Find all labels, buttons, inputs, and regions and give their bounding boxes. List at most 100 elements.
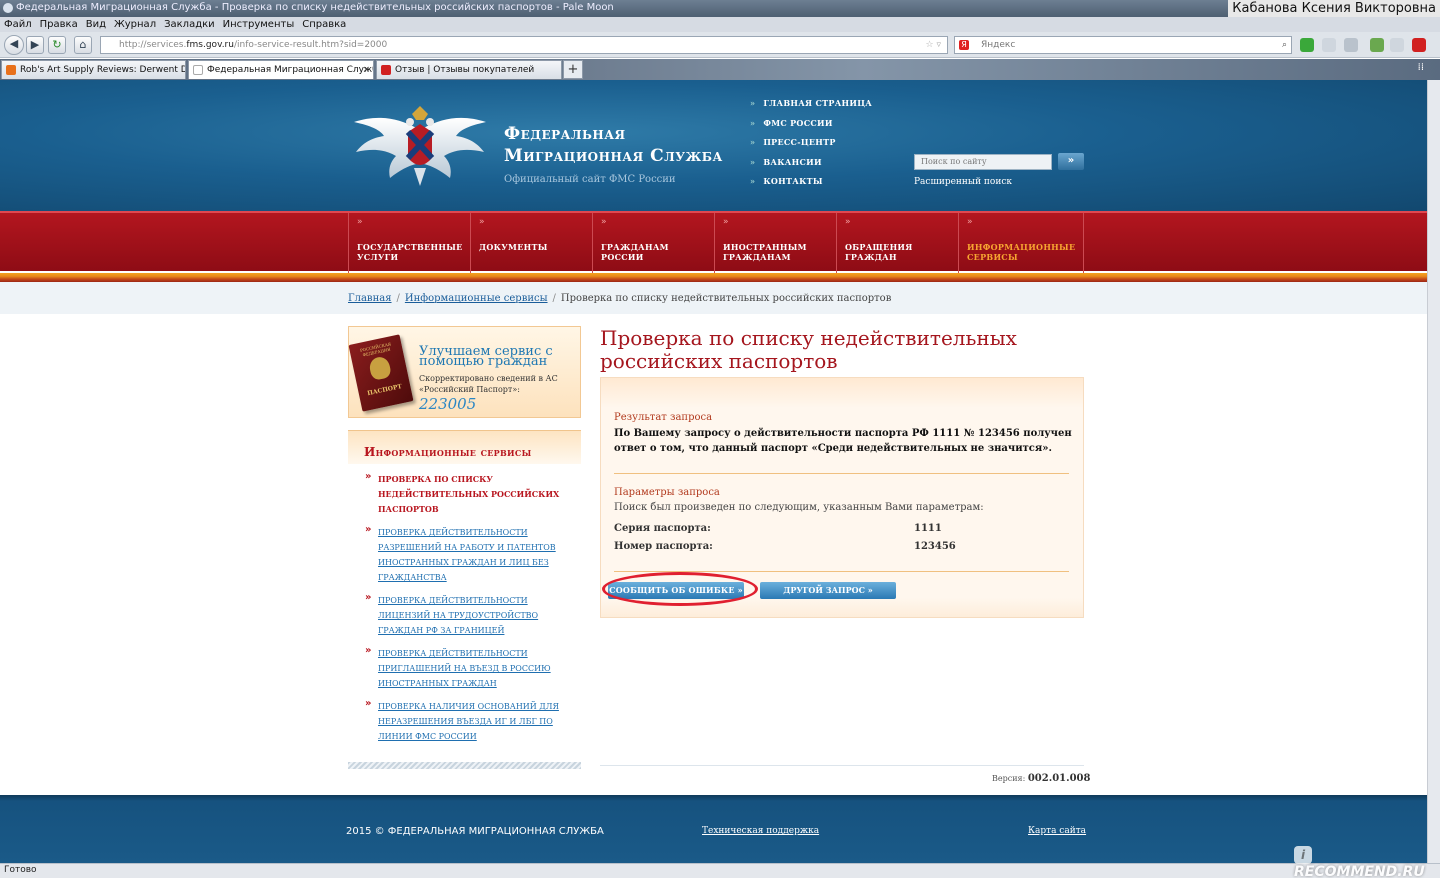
top-nav: » ГЛАВНАЯ СТРАНИЦА » ФМС РОССИИ » ПРЕСС-ЦЕН… xyxy=(750,98,872,196)
search-magnifier-icon[interactable]: ⌕ xyxy=(1282,37,1287,53)
advanced-search-link[interactable]: Расширенный поиск xyxy=(914,177,1012,187)
close-tab-icon[interactable]: × xyxy=(362,61,370,79)
promo-banner[interactable]: РОССИЙСКАЯ ФЕДЕРАЦИЯ ПАСПОРТ Улучшаем се… xyxy=(348,326,581,418)
left-divider xyxy=(348,762,581,769)
tab-fms[interactable]: Федеральная Миграционная Служба -... × xyxy=(188,60,374,79)
tab-label: Отзыв | Отзывы покупателей xyxy=(395,65,535,75)
recommend-watermark: iRECOMMEND.RU xyxy=(1294,846,1440,878)
service-link[interactable]: ПРОВЕРКА ДЕЙСТВИТЕЛЬНОСТИ ПРИГЛАШЕНИЙ НА… xyxy=(378,649,551,688)
page-scrollbar[interactable] xyxy=(1427,80,1440,863)
new-tab-button[interactable]: + xyxy=(563,60,583,79)
topnav-label: ПРЕСС-ЦЕНТР xyxy=(763,137,836,147)
nav-russian-citizens[interactable]: » ГРАЖДАНАМ РОССИИ xyxy=(592,213,714,273)
service-link[interactable]: ПРОВЕРКА НАЛИЧИЯ ОСНОВАНИЙ ДЛЯ НЕРАЗРЕШЕ… xyxy=(378,702,559,741)
nav-label: ГРАЖДАНАМ РОССИИ xyxy=(601,242,669,262)
yandex-icon: Я xyxy=(959,40,969,50)
otzovik-icon xyxy=(381,65,391,75)
back-arrow-icon[interactable]: ◀ xyxy=(4,35,24,55)
promo-description: Скорректировано сведений в АС «Российски… xyxy=(419,374,558,394)
chevron-right-icon: » xyxy=(967,217,973,227)
browser-search-placeholder: Яндекс xyxy=(981,40,1016,50)
window-title: Федеральная Миграционная Служба - Провер… xyxy=(16,2,614,13)
site-title-line2: Миграционная Служба xyxy=(504,146,723,166)
browser-search-input[interactable]: Я Яндекс ⌕ xyxy=(954,36,1292,54)
menu-file[interactable]: Файл xyxy=(4,17,32,32)
addon-icon[interactable] xyxy=(1344,38,1358,52)
sync-icon[interactable] xyxy=(1370,38,1384,52)
chevron-right-icon: » xyxy=(723,217,729,227)
download-icon[interactable] xyxy=(1300,38,1314,52)
menu-view[interactable]: Вид xyxy=(86,17,106,32)
nav-info-services[interactable]: » ИНФОРМАЦИОННЫЕ СЕРВИСЫ xyxy=(958,213,1084,273)
version-value: 002.01.008 xyxy=(1027,773,1091,784)
site-search-input[interactable]: Поиск по сайту xyxy=(914,154,1052,170)
nav-appeals[interactable]: » ОБРАЩЕНИЯ ГРАЖДАН xyxy=(836,213,958,273)
reload-icon[interactable]: ↻ xyxy=(48,36,66,54)
site-header: Федеральная Миграционная Служба Официаль… xyxy=(0,80,1427,211)
nav-foreign-citizens[interactable]: » ИНОСТРАННЫМ ГРАЖДАНАМ xyxy=(714,213,836,273)
services-title: Информационные сервисы xyxy=(348,430,581,464)
topnav-label: ФМС РОССИИ xyxy=(763,117,833,128)
site-search-button[interactable]: » xyxy=(1058,153,1084,170)
url-path: /info-service-result.htm?sid=2000 xyxy=(233,40,388,50)
breadcrumb-separator: / xyxy=(552,293,556,304)
tab-list-icon[interactable]: ⁞⁞ xyxy=(1418,62,1424,73)
url-bar[interactable]: http://services.fms.gov.ru/info-service-… xyxy=(100,36,948,54)
nav-label: ОБРАЩЕНИЯ ГРАЖДАН xyxy=(845,242,913,262)
topnav-home[interactable]: » ГЛАВНАЯ СТРАНИЦА xyxy=(750,98,872,118)
param-label: Номер паспорта: xyxy=(614,541,713,552)
service-item-entry-ban[interactable]: » ПРОВЕРКА НАЛИЧИЯ ОСНОВАНИЙ ДЛЯ НЕРАЗРЕ… xyxy=(348,698,581,744)
site-title-line1: Федеральная xyxy=(504,124,626,144)
topnav-press[interactable]: » ПРЕСС-ЦЕНТР xyxy=(750,137,872,157)
support-link[interactable]: Техническая поддержка xyxy=(702,826,819,836)
watermark-logo-icon: i xyxy=(1294,846,1312,864)
home-icon[interactable]: ⌂ xyxy=(74,36,92,54)
url-prefix: http://services. xyxy=(119,40,187,50)
refresh-addon-icon[interactable] xyxy=(1322,38,1336,52)
site-title[interactable]: Федеральная Миграционная Служба xyxy=(504,123,723,167)
service-item-invitations[interactable]: » ПРОВЕРКА ДЕЙСТВИТЕЛЬНОСТИ ПРИГЛАШЕНИЙ … xyxy=(348,645,581,691)
watermark-text: RECOMMEND.RU xyxy=(1294,864,1425,878)
tab-otzyv[interactable]: Отзыв | Отзывы покупателей xyxy=(376,60,562,79)
chevron-right-icon: » xyxy=(750,117,756,128)
browser-navbar: ◀ ▶ ↻ ⌂ http://services.fms.gov.ru/info-… xyxy=(0,32,1440,58)
service-link[interactable]: ПРОВЕРКА ДЕЙСТВИТЕЛЬНОСТИ ЛИЦЕНЗИЙ НА ТР… xyxy=(378,596,538,635)
bookmark-star-icon[interactable]: ☆ ▿ xyxy=(926,37,941,53)
topnav-label: ГЛАВНАЯ СТРАНИЦА xyxy=(763,98,873,108)
menu-tools[interactable]: Инструменты xyxy=(223,17,295,32)
site-footer: 2015 © ФЕДЕРАЛЬНАЯ МИГРАЦИОННАЯ СЛУЖБА Т… xyxy=(0,795,1427,863)
service-item-licenses[interactable]: » ПРОВЕРКА ДЕЙСТВИТЕЛЬНОСТИ ЛИЦЕНЗИЙ НА … xyxy=(348,592,581,638)
param-label: Серия паспорта: xyxy=(614,523,711,534)
divider xyxy=(614,473,1069,474)
result-heading: Результат запроса xyxy=(614,412,713,423)
breadcrumb-section[interactable]: Информационные сервисы xyxy=(405,293,548,304)
service-item-work-permits[interactable]: » ПРОВЕРКА ДЕЙСТВИТЕЛЬНОСТИ РАЗРЕШЕНИЙ Н… xyxy=(348,524,581,585)
menu-help[interactable]: Справка xyxy=(302,17,346,32)
nav-documents[interactable]: » ДОКУМЕНТЫ xyxy=(470,213,592,273)
chevron-right-icon: » xyxy=(845,217,851,227)
main-nav: » ГОСУДАРСТВЕННЫЕ УСЛУГИ » ДОКУМЕНТЫ » ГРАЖ… xyxy=(0,211,1427,284)
sitemap-link[interactable]: Карта сайта xyxy=(1028,826,1086,836)
service-link[interactable]: ПРОВЕРКА ДЕЙСТВИТЕЛЬНОСТИ РАЗРЕШЕНИЙ НА … xyxy=(378,528,556,582)
annotation-circle xyxy=(602,572,758,606)
result-text: По Вашему запросу о действительности пас… xyxy=(614,428,1072,454)
copyright: 2015 © ФЕДЕРАЛЬНАЯ МИГРАЦИОННАЯ СЛУЖБА xyxy=(346,826,604,837)
menu-history[interactable]: Журнал xyxy=(114,17,156,32)
browser-menubar: Файл Правка Вид Журнал Закладки Инструменты Сп… xyxy=(0,17,1440,32)
new-query-button[interactable]: ДРУГОЙ ЗАПРОС » xyxy=(760,582,896,599)
nav-label: ИНФОРМАЦИОННЫЕ СЕРВИСЫ xyxy=(967,242,1076,262)
tab-art-supply[interactable]: Rob's Art Supply Reviews: Derwent Draw..… xyxy=(1,60,186,79)
url-domain: fms.gov.ru xyxy=(186,40,234,50)
nav-label: ИНОСТРАННЫМ ГРАЖДАНАМ xyxy=(723,242,807,262)
menu-bookmarks[interactable]: Закладки xyxy=(164,17,215,32)
menu-edit[interactable]: Правка xyxy=(40,17,78,32)
nav-state-services[interactable]: » ГОСУДАРСТВЕННЫЕ УСЛУГИ xyxy=(348,213,470,273)
topnav-contacts[interactable]: » КОНТАКТЫ xyxy=(750,176,872,196)
breadcrumb-bar: Главная / Информационные сервисы / Проверка … xyxy=(0,282,1427,314)
topnav-vacancies[interactable]: » ВАКАНСИИ xyxy=(750,157,872,177)
breadcrumb-home[interactable]: Главная xyxy=(348,293,392,304)
dropdown-icon[interactable] xyxy=(1390,38,1404,52)
abp-icon[interactable] xyxy=(1412,38,1426,52)
forward-arrow-icon[interactable]: ▶ xyxy=(26,36,44,54)
topnav-fms[interactable]: » ФМС РОССИИ xyxy=(750,118,872,138)
